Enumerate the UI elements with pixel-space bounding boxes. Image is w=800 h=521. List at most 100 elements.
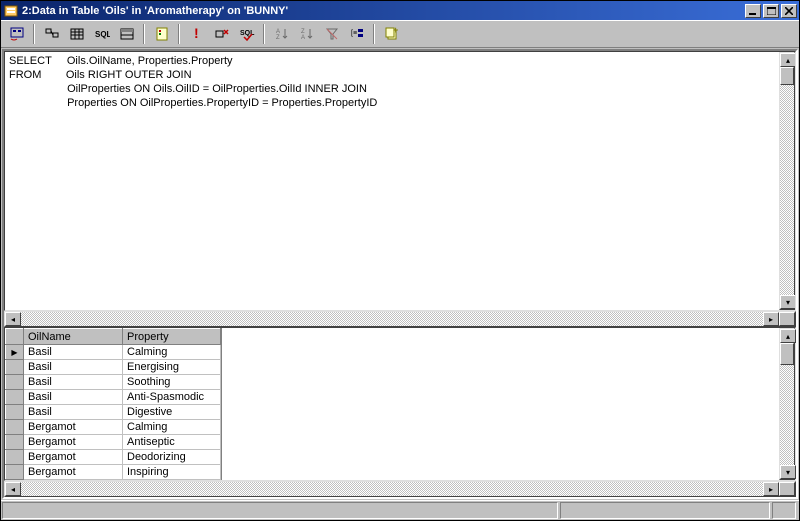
cell[interactable]: Anti-Spasmodic: [123, 390, 221, 405]
minimize-button[interactable]: [745, 4, 761, 18]
cell[interactable]: Inspiring: [123, 465, 221, 480]
scroll-down-icon[interactable]: ▾: [780, 295, 796, 309]
toolbar-separator: [178, 24, 180, 44]
table-row[interactable]: BergamotAntiseptic: [6, 435, 221, 450]
row-selector[interactable]: [6, 360, 24, 375]
resize-grip[interactable]: [772, 502, 796, 519]
scroll-thumb[interactable]: [780, 343, 794, 365]
toolbar-separator: [373, 24, 375, 44]
add-table-icon[interactable]: +: [380, 23, 403, 45]
scroll-corner: [779, 312, 795, 326]
scroll-right-icon[interactable]: ▸: [763, 482, 779, 496]
properties-icon[interactable]: [150, 23, 173, 45]
scroll-track[interactable]: [21, 312, 763, 326]
diagram-pane-icon[interactable]: [5, 23, 28, 45]
cell[interactable]: Soothing: [123, 375, 221, 390]
column-header-oilname[interactable]: OilName: [24, 329, 123, 345]
show-results-icon[interactable]: [115, 23, 138, 45]
run-icon[interactable]: !: [185, 23, 208, 45]
results-pane: OilName Property BasilCalmingBasilEnergi…: [4, 327, 796, 481]
cancel-edit-icon[interactable]: [210, 23, 233, 45]
row-selector[interactable]: [6, 450, 24, 465]
table-row[interactable]: BergamotDeodorizing: [6, 450, 221, 465]
cell[interactable]: Basil: [24, 390, 123, 405]
cell[interactable]: Bergamot: [24, 450, 123, 465]
row-selector[interactable]: [6, 420, 24, 435]
table-row[interactable]: BasilAnti-Spasmodic: [6, 390, 221, 405]
status-bar: [1, 500, 799, 520]
titlebar[interactable]: 2:Data in Table 'Oils' in 'Aromatherapy'…: [1, 1, 799, 20]
scroll-down-icon[interactable]: ▾: [780, 465, 796, 479]
grid-vscrollbar[interactable]: ▴ ▾: [779, 328, 795, 480]
cell[interactable]: Bergamot: [24, 420, 123, 435]
sql-vscrollbar[interactable]: ▴ ▾: [779, 52, 795, 310]
row-selector[interactable]: [6, 465, 24, 480]
table-row[interactable]: BasilEnergising: [6, 360, 221, 375]
cell[interactable]: Basil: [24, 405, 123, 420]
show-diagram-icon[interactable]: [40, 23, 63, 45]
row-selector[interactable]: [6, 390, 24, 405]
scroll-left-icon[interactable]: ◂: [5, 482, 21, 496]
scroll-thumb[interactable]: [780, 67, 794, 85]
scroll-track[interactable]: [780, 85, 794, 295]
row-selector[interactable]: [6, 405, 24, 420]
cell[interactable]: Basil: [24, 360, 123, 375]
sort-asc-icon[interactable]: AZ: [270, 23, 293, 45]
sort-desc-icon[interactable]: ZA: [295, 23, 318, 45]
show-sql-icon[interactable]: SQL: [90, 23, 113, 45]
svg-text:A: A: [301, 35, 305, 41]
toolbar-separator: [263, 24, 265, 44]
column-header-property[interactable]: Property: [123, 329, 221, 345]
cell[interactable]: Antiseptic: [123, 435, 221, 450]
cell[interactable]: Bergamot: [24, 465, 123, 480]
svg-text:Z: Z: [276, 35, 280, 41]
scroll-track[interactable]: [780, 365, 794, 465]
row-header-corner[interactable]: [6, 329, 24, 345]
svg-text:+: +: [393, 26, 398, 35]
svg-text:!: !: [194, 26, 199, 41]
show-grid-icon[interactable]: [65, 23, 88, 45]
scroll-left-icon[interactable]: ◂: [5, 312, 21, 326]
scroll-up-icon[interactable]: ▴: [780, 329, 796, 343]
table-row[interactable]: BasilDigestive: [6, 405, 221, 420]
row-selector[interactable]: [6, 345, 24, 360]
status-secondary: [560, 502, 770, 519]
cell[interactable]: Basil: [24, 375, 123, 390]
results-grid[interactable]: OilName Property BasilCalmingBasilEnergi…: [5, 328, 221, 480]
group-by-icon[interactable]: [≡: [345, 23, 368, 45]
svg-text:SQL: SQL: [95, 30, 110, 39]
close-button[interactable]: [781, 4, 797, 18]
window-controls: [743, 4, 797, 18]
cell[interactable]: Bergamot: [24, 435, 123, 450]
maximize-button[interactable]: [763, 4, 779, 18]
scroll-up-icon[interactable]: ▴: [780, 53, 796, 67]
row-selector[interactable]: [6, 435, 24, 450]
cell[interactable]: Calming: [123, 420, 221, 435]
status-main: [2, 502, 558, 519]
scroll-right-icon[interactable]: ▸: [763, 312, 779, 326]
toolbar-separator: [33, 24, 35, 44]
table-row[interactable]: BergamotInspiring: [6, 465, 221, 480]
sql-text[interactable]: SELECT Oils.OilName, Properties.Property…: [5, 52, 795, 112]
app-icon: [3, 3, 19, 19]
cell[interactable]: Energising: [123, 360, 221, 375]
grid-empty-area: [221, 328, 795, 480]
grid-hscrollbar[interactable]: ◂ ▸: [4, 481, 796, 497]
scroll-corner: [779, 482, 795, 496]
scroll-track[interactable]: [21, 482, 763, 496]
work-area: SELECT Oils.OilName, Properties.Property…: [2, 49, 798, 499]
row-selector[interactable]: [6, 375, 24, 390]
verify-sql-icon[interactable]: SQL: [235, 23, 258, 45]
remove-filter-icon[interactable]: [320, 23, 343, 45]
cell[interactable]: Deodorizing: [123, 450, 221, 465]
table-row[interactable]: BergamotCalming: [6, 420, 221, 435]
cell[interactable]: Basil: [24, 345, 123, 360]
svg-text:SQL: SQL: [240, 30, 255, 37]
sql-hscrollbar[interactable]: ◂ ▸: [4, 311, 796, 327]
cell[interactable]: Digestive: [123, 405, 221, 420]
sql-pane[interactable]: SELECT Oils.OilName, Properties.Property…: [4, 51, 796, 311]
table-row[interactable]: BasilSoothing: [6, 375, 221, 390]
toolbar-separator: [143, 24, 145, 44]
cell[interactable]: Calming: [123, 345, 221, 360]
table-row[interactable]: BasilCalming: [6, 345, 221, 360]
